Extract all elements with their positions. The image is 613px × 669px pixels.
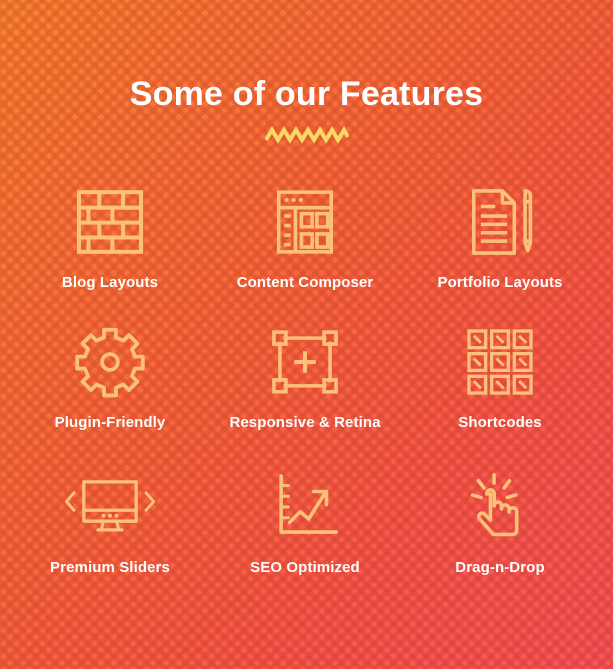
growth-chart-icon [279,474,338,534]
feature-label: Drag-n-Drop [455,559,545,576]
page-title: Some of our Features [129,75,484,113]
feature-label: Portfolio Layouts [437,274,563,291]
feature-label: Responsive & Retina [229,414,381,431]
page-layout-icon [276,190,334,254]
feature-item-plugin-friendly[interactable]: Plugin-Friendly [20,325,200,433]
feature-item-blog-layouts[interactable]: Blog Layouts [20,185,200,293]
grid-3x3-icon [467,329,533,395]
feature-item-responsive-retina[interactable]: Responsive & Retina [215,325,395,433]
monitor-arrows-icon [64,480,156,532]
zigzag-divider-icon [264,126,349,144]
feature-label: Premium Sliders [50,559,170,576]
feature-item-seo-optimized[interactable]: SEO Optimized [215,470,395,578]
feature-grid: Blog Layouts Content Composer Portfolio … [0,185,613,635]
feature-label: Blog Layouts [61,274,159,291]
resize-box-icon [272,330,338,394]
feature-item-portfolio-layouts[interactable]: Portfolio Layouts [410,185,590,293]
feature-label: Plugin-Friendly [54,414,166,431]
features-section: Some of our Features Blog Layouts Conten… [0,0,613,669]
brick-wall-icon [76,190,144,254]
features-content: Some of our Features Blog Layouts Conten… [0,0,613,669]
feature-item-shortcodes[interactable]: Shortcodes [410,325,590,433]
feature-label: Content Composer [236,274,374,291]
document-pen-icon [471,189,533,255]
feature-item-drag-n-drop[interactable]: Drag-n-Drop [410,470,590,578]
feature-label: SEO Optimized [250,559,360,576]
feature-item-premium-sliders[interactable]: Premium Sliders [20,470,200,578]
gear-icon [75,327,145,398]
feature-label: Shortcodes [458,414,542,431]
feature-item-content-composer[interactable]: Content Composer [215,185,395,293]
click-hand-icon [470,472,519,537]
